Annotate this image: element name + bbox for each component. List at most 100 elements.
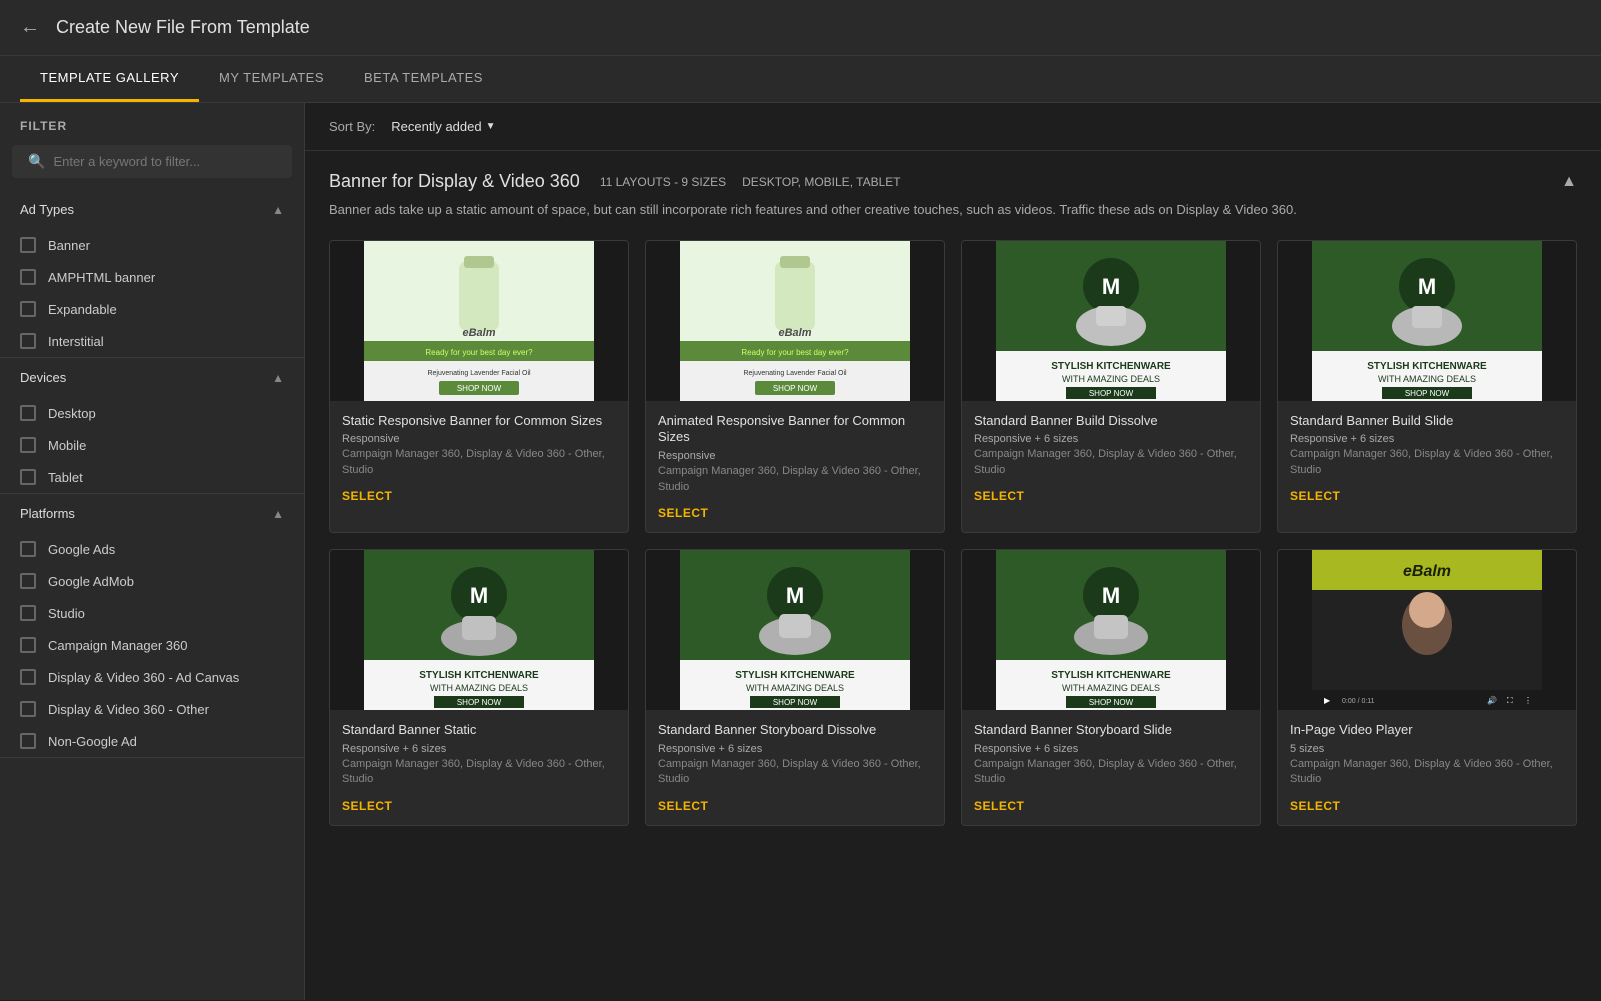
card-title-4: Standard Banner Build Slide — [1290, 413, 1564, 430]
svg-text:STYLISH KITCHENWARE: STYLISH KITCHENWARE — [1051, 361, 1171, 372]
section-header-row: Banner for Display & Video 360 11 LAYOUT… — [329, 171, 901, 192]
filter-item-desktop[interactable]: Desktop — [0, 397, 304, 429]
tab-my-templates[interactable]: MY TEMPLATES — [199, 56, 344, 102]
card-subtitle-5: Responsive + 6 sizes — [342, 743, 616, 755]
sort-dropdown-icon: ▼ — [486, 121, 496, 132]
select-button-5[interactable]: SELECT — [342, 799, 392, 813]
section-title: Banner for Display & Video 360 — [329, 171, 580, 192]
filter-label-interstitial: Interstitial — [48, 334, 104, 349]
template-card-animated-responsive[interactable]: eBalm Ready for your best day ever? Reju… — [645, 240, 945, 534]
filter-header: FILTER — [0, 103, 304, 141]
select-button-7[interactable]: SELECT — [974, 799, 1024, 813]
checkbox-amphtml[interactable] — [20, 269, 36, 285]
card-subtitle-2: Responsive — [658, 450, 932, 462]
filter-section-platforms-header[interactable]: Platforms ▲ — [0, 494, 304, 533]
template-card-storyboard-dissolve[interactable]: M STYLISH KITCHENWARE WITH AMAZING DEALS… — [645, 549, 945, 826]
filter-label-google-ads: Google Ads — [48, 542, 115, 557]
tab-bar: TEMPLATE GALLERY MY TEMPLATES BETA TEMPL… — [0, 56, 1601, 103]
checkbox-banner[interactable] — [20, 237, 36, 253]
filter-item-dv360-ad-canvas[interactable]: Display & Video 360 - Ad Canvas — [0, 661, 304, 693]
checkbox-campaign-manager[interactable] — [20, 637, 36, 653]
filter-section-ad-types-header[interactable]: Ad Types ▲ — [0, 190, 304, 229]
filter-item-non-google[interactable]: Non-Google Ad — [0, 725, 304, 757]
filter-item-campaign-manager[interactable]: Campaign Manager 360 — [0, 629, 304, 661]
filter-item-banner[interactable]: Banner — [0, 229, 304, 261]
card-subtitle-6: Responsive + 6 sizes — [658, 743, 932, 755]
section-collapse-button[interactable]: ▲ — [1561, 173, 1577, 191]
filter-label-mobile: Mobile — [48, 438, 86, 453]
card-body-6: Standard Banner Storyboard Dissolve Resp… — [646, 710, 944, 825]
card-preview-1: eBalm Ready for your best day ever? Reju… — [330, 241, 628, 401]
checkbox-google-admob[interactable] — [20, 573, 36, 589]
card-title-7: Standard Banner Storyboard Slide — [974, 722, 1248, 739]
main-layout: FILTER 🔍 Ad Types ▲ Banner AMPHTML banne… — [0, 103, 1601, 1000]
svg-text:STYLISH KITCHENWARE: STYLISH KITCHENWARE — [419, 670, 539, 681]
checkbox-tablet[interactable] — [20, 469, 36, 485]
sort-label: Sort By: — [329, 119, 375, 134]
svg-text:WITH AMAZING DEALS: WITH AMAZING DEALS — [1378, 374, 1476, 384]
checkbox-expandable[interactable] — [20, 301, 36, 317]
svg-text:Rejuvenating Lavender Facial O: Rejuvenating Lavender Facial Oil — [427, 370, 531, 377]
tab-template-gallery[interactable]: TEMPLATE GALLERY — [20, 56, 199, 102]
card-preview-3: M STYLISH KITCHENWARE WITH AMAZING DEALS… — [962, 241, 1260, 401]
checkbox-mobile[interactable] — [20, 437, 36, 453]
checkbox-desktop[interactable] — [20, 405, 36, 421]
search-box[interactable]: 🔍 — [12, 145, 292, 178]
select-button-3[interactable]: SELECT — [974, 489, 1024, 503]
section-header: Banner for Display & Video 360 11 LAYOUT… — [329, 171, 1577, 192]
card-subtitle-1: Responsive — [342, 433, 616, 445]
template-grid: eBalm Ready for your best day ever? Reju… — [329, 240, 1577, 826]
template-card-standard-dissolve[interactable]: M STYLISH KITCHENWARE WITH AMAZING DEALS… — [961, 240, 1261, 534]
filter-item-interstitial[interactable]: Interstitial — [0, 325, 304, 357]
card-body-2: Animated Responsive Banner for Common Si… — [646, 401, 944, 533]
card-platforms-4: Campaign Manager 360, Display & Video 36… — [1290, 447, 1564, 478]
svg-text:WITH AMAZING DEALS: WITH AMAZING DEALS — [430, 683, 528, 693]
select-button-4[interactable]: SELECT — [1290, 489, 1340, 503]
filter-label-studio: Studio — [48, 606, 85, 621]
checkbox-dv360-other[interactable] — [20, 701, 36, 717]
svg-text:WITH AMAZING DEALS: WITH AMAZING DEALS — [1062, 374, 1160, 384]
filter-item-mobile[interactable]: Mobile — [0, 429, 304, 461]
select-button-2[interactable]: SELECT — [658, 506, 708, 520]
checkbox-studio[interactable] — [20, 605, 36, 621]
select-button-1[interactable]: SELECT — [342, 489, 392, 503]
filter-item-tablet[interactable]: Tablet — [0, 461, 304, 493]
filter-item-google-admob[interactable]: Google AdMob — [0, 565, 304, 597]
filter-item-expandable[interactable]: Expandable — [0, 293, 304, 325]
checkbox-interstitial[interactable] — [20, 333, 36, 349]
card-platforms-6: Campaign Manager 360, Display & Video 36… — [658, 757, 932, 788]
template-card-storyboard-slide[interactable]: M STYLISH KITCHENWARE WITH AMAZING DEALS… — [961, 549, 1261, 826]
template-card-standard-slide[interactable]: M STYLISH KITCHENWARE WITH AMAZING DEALS… — [1277, 240, 1577, 534]
svg-text:eBalm: eBalm — [778, 327, 811, 339]
filter-item-studio[interactable]: Studio — [0, 597, 304, 629]
card-platforms-7: Campaign Manager 360, Display & Video 36… — [974, 757, 1248, 788]
card-title-5: Standard Banner Static — [342, 722, 616, 739]
select-button-8[interactable]: SELECT — [1290, 799, 1340, 813]
svg-text:M: M — [786, 583, 804, 608]
checkbox-google-ads[interactable] — [20, 541, 36, 557]
card-title-6: Standard Banner Storyboard Dissolve — [658, 722, 932, 739]
card-subtitle-4: Responsive + 6 sizes — [1290, 433, 1564, 445]
tab-beta-templates[interactable]: BETA TEMPLATES — [344, 56, 503, 102]
filter-section-ad-types: Ad Types ▲ Banner AMPHTML banner Expanda… — [0, 190, 304, 358]
sort-select[interactable]: Recently added ▼ — [383, 115, 503, 138]
svg-text:Ready for your best day ever?: Ready for your best day ever? — [741, 348, 849, 357]
card-platforms-3: Campaign Manager 360, Display & Video 36… — [974, 447, 1248, 478]
select-button-6[interactable]: SELECT — [658, 799, 708, 813]
checkbox-non-google[interactable] — [20, 733, 36, 749]
card-body-5: Standard Banner Static Responsive + 6 si… — [330, 710, 628, 825]
filter-item-dv360-other[interactable]: Display & Video 360 - Other — [0, 693, 304, 725]
template-card-standard-static[interactable]: M STYLISH KITCHENWARE WITH AMAZING DEALS… — [329, 549, 629, 826]
svg-text:STYLISH KITCHENWARE: STYLISH KITCHENWARE — [1367, 361, 1487, 372]
filter-item-amphtml[interactable]: AMPHTML banner — [0, 261, 304, 293]
card-preview-7: M STYLISH KITCHENWARE WITH AMAZING DEALS… — [962, 550, 1260, 710]
filter-item-google-ads[interactable]: Google Ads — [0, 533, 304, 565]
template-card-static-responsive[interactable]: eBalm Ready for your best day ever? Reju… — [329, 240, 629, 534]
back-button[interactable]: ← — [20, 16, 40, 39]
template-card-video-player[interactable]: eBalm ▶ 0:00 / 0:11 🔊 ⛶ — [1277, 549, 1577, 826]
search-icon: 🔍 — [28, 153, 45, 170]
chevron-up-icon-platforms: ▲ — [272, 507, 284, 521]
search-input[interactable] — [53, 154, 276, 169]
checkbox-dv360-ad-canvas[interactable] — [20, 669, 36, 685]
filter-section-devices-header[interactable]: Devices ▲ — [0, 358, 304, 397]
